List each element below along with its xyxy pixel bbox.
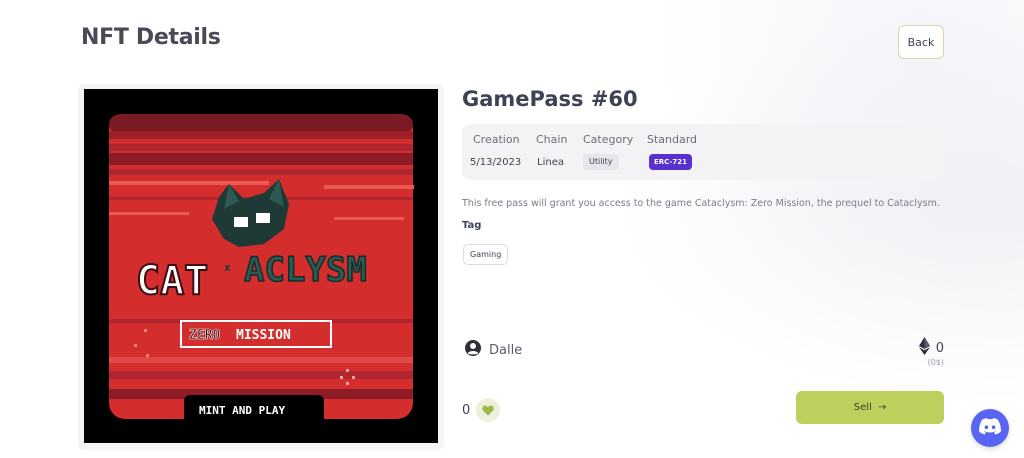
discord-icon: [979, 417, 1001, 439]
heart-icon: [482, 401, 494, 420]
nft-description: This free pass will grant you access to …: [462, 198, 940, 209]
subtitle-left: ZERO: [189, 328, 220, 343]
likes-count: 0: [462, 402, 471, 418]
discord-button[interactable]: [971, 409, 1009, 447]
back-button[interactable]: Back: [898, 25, 944, 59]
arrow-right-icon: →: [877, 402, 887, 413]
creation-value: 5/13/2023: [470, 157, 522, 168]
creation-label: Creation: [473, 133, 520, 146]
background-decoration: [504, 0, 1024, 458]
chain-value: Linea: [537, 157, 564, 168]
page-title: NFT Details: [81, 25, 221, 50]
category-badge: Utility: [583, 154, 619, 170]
user-circle-icon: [464, 339, 482, 361]
owner-info[interactable]: Dalle: [464, 339, 522, 361]
price-display: 0: [918, 337, 944, 359]
owner-name: Dalle: [489, 342, 523, 358]
nft-info-box: Creation Chain Category Standard 5/13/20…: [462, 124, 944, 180]
standard-label: Standard: [647, 133, 698, 146]
subtitle-right: MISSION: [236, 328, 291, 343]
logo-text-right: ACLYSM: [244, 250, 367, 290]
price-usd: (0$): [927, 358, 944, 367]
likes: 0: [462, 398, 501, 422]
standard-badge: ERC-721: [649, 154, 692, 170]
tag-chip-gaming[interactable]: Gaming: [463, 244, 509, 265]
mint-and-play-text: MINT AND PLAY: [199, 404, 285, 417]
like-button[interactable]: [476, 398, 501, 422]
ethereum-icon: [918, 337, 930, 359]
sell-button[interactable]: Sell →: [796, 391, 944, 424]
logo-x-mark: x: [224, 261, 231, 274]
tag-heading: Tag: [462, 220, 482, 231]
nft-image[interactable]: CAT x ACLYSM ZERO MISSION MINT AND PLAY: [84, 89, 438, 443]
category-label: Category: [583, 133, 634, 146]
chain-label: Chain: [536, 133, 568, 146]
price-value: 0: [935, 340, 944, 356]
sell-label: Sell: [853, 402, 872, 413]
logo-text-left: CAT: [136, 258, 208, 304]
nft-name: GamePass #60: [462, 87, 638, 111]
